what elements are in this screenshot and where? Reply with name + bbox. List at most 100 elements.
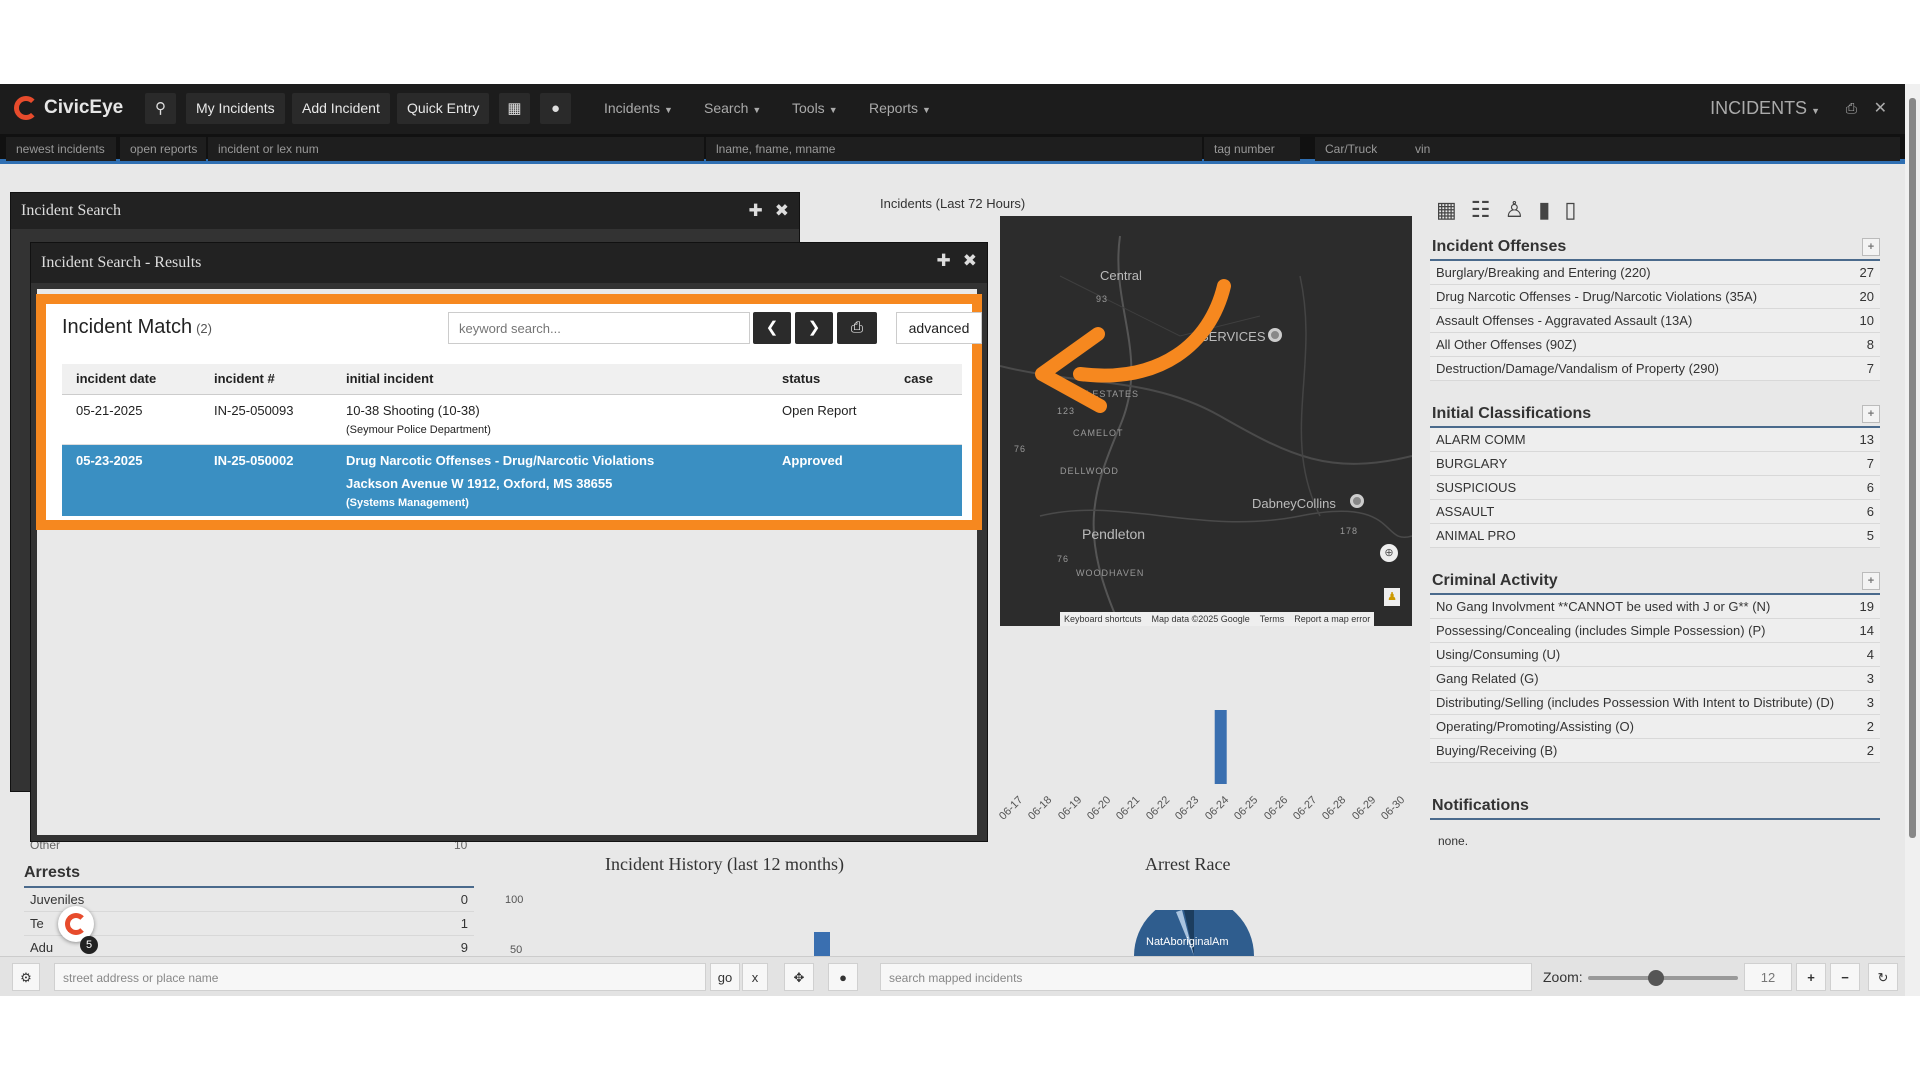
next-button[interactable]: ❯	[795, 312, 833, 344]
menu-reports[interactable]: Reports ▼	[869, 93, 931, 124]
calendar-icon[interactable]: ☷	[1471, 197, 1491, 223]
tag-number-input[interactable]: tag number	[1204, 137, 1300, 161]
x-tick-label: 06-20	[1085, 794, 1114, 823]
criminal-activity-row[interactable]: Using/Consuming (U) 4	[1430, 643, 1880, 667]
expand-icon[interactable]: +	[1862, 238, 1880, 256]
refresh-icon[interactable]: ↻	[1868, 963, 1898, 991]
search-icon[interactable]: ⚲	[145, 93, 176, 124]
criminal-activity-panel: Criminal Activity + No Gang Involvment **…	[1430, 568, 1880, 763]
classification-row[interactable]: SUSPICIOUS 6	[1430, 476, 1880, 500]
map-marker-icon[interactable]	[1350, 494, 1364, 508]
officer-icon[interactable]: ♙	[1505, 197, 1525, 223]
cell-number: IN-25-050093	[200, 394, 332, 445]
map-pin-icon[interactable]: ●	[828, 963, 858, 991]
notification-badge: 5	[80, 936, 98, 954]
column-header-status[interactable]: status	[768, 364, 890, 395]
zoom-in-icon[interactable]: +	[1796, 963, 1826, 991]
locate-icon[interactable]: ⊕	[1380, 544, 1398, 562]
calculator-icon[interactable]: ▦	[499, 93, 530, 124]
close-icon[interactable]: ✖	[775, 201, 789, 221]
expand-icon[interactable]: +	[1862, 572, 1880, 590]
close-icon[interactable]: ✕	[1874, 98, 1887, 118]
incident-match-count: (2)	[196, 321, 212, 336]
menu-tools[interactable]: Tools ▼	[792, 93, 838, 124]
column-header-incident[interactable]: initial incident	[332, 364, 768, 395]
map-report-error-link[interactable]: Report a map error	[1294, 612, 1370, 626]
zoom-slider-handle[interactable]	[1647, 970, 1664, 986]
name-search-input[interactable]: lname, fname, mname	[706, 137, 1202, 161]
offense-row[interactable]: Drug Narcotic Offenses - Drug/Narcotic V…	[1430, 285, 1880, 309]
classification-row[interactable]: ASSAULT 6	[1430, 500, 1880, 524]
calculator-icon[interactable]: ▦	[1436, 197, 1457, 223]
add-incident-button[interactable]: Add Incident	[292, 93, 390, 124]
vertical-scrollbar[interactable]	[1905, 84, 1920, 996]
criminal-activity-row[interactable]: Possessing/Concealing (includes Simple P…	[1430, 619, 1880, 643]
module-menu[interactable]: INCIDENTS ▼	[1710, 98, 1820, 119]
criminal-activity-row[interactable]: Gang Related (G) 3	[1430, 667, 1880, 691]
incident-match-card: Incident Match(2) ❮ ❯ ⎙ advanced inciden…	[36, 294, 982, 530]
column-header-case[interactable]: case	[890, 364, 962, 395]
crosshair-icon[interactable]: ✥	[784, 963, 814, 991]
incident-number-input[interactable]: incident or lex num	[208, 137, 704, 161]
table-row-selected[interactable]: 05-23-2025 IN-25-050002 Drug Narcotic Of…	[62, 444, 962, 516]
my-incidents-button[interactable]: My Incidents	[186, 93, 285, 124]
history-y-tick: 50	[510, 944, 523, 956]
vehicle-type-input[interactable]: Car/Truck	[1315, 137, 1405, 161]
column-header-number[interactable]: incident #	[200, 364, 332, 395]
settings-gear-icon[interactable]: ⚙	[12, 963, 40, 991]
criminal-activity-row[interactable]: Distributing/Selling (includes Possessio…	[1430, 691, 1880, 715]
brand-logo[interactable]: CivicEye	[14, 96, 123, 120]
newest-incidents-link[interactable]: newest incidents	[6, 137, 116, 161]
criminal-activity-row[interactable]: No Gang Involvment **CANNOT be used with…	[1430, 595, 1880, 619]
panel-title: Incident Offenses +	[1430, 234, 1880, 261]
column-header-date[interactable]: incident date	[62, 364, 200, 395]
row-count: 27	[1859, 265, 1874, 280]
close-icon[interactable]: ✖	[963, 251, 977, 271]
map-keyboard-shortcuts[interactable]: Keyboard shortcuts	[1064, 612, 1142, 626]
map-footer: Keyboard shortcuts Map data ©2025 Google…	[1060, 612, 1375, 626]
offense-row[interactable]: All Other Offenses (90Z) 8	[1430, 333, 1880, 357]
offense-row[interactable]: Destruction/Damage/Vandalism of Property…	[1430, 357, 1880, 381]
keyword-search-input[interactable]	[448, 312, 750, 344]
criminal-activity-row[interactable]: Operating/Promoting/Assisting (O) 2	[1430, 715, 1880, 739]
menu-incidents[interactable]: Incidents ▼	[604, 93, 673, 124]
mapped-incidents-search-input[interactable]: search mapped incidents	[880, 963, 1532, 991]
vin-input[interactable]: vin	[1405, 137, 1900, 161]
offense-row[interactable]: Assault Offenses - Aggravated Assault (1…	[1430, 309, 1880, 333]
address-search-input[interactable]: street address or place name	[54, 963, 706, 991]
app-window: CivicEye ⚲ My Incidents Add Incident Qui…	[0, 84, 1905, 996]
printer-icon[interactable]: ⎙	[1846, 100, 1857, 117]
pegman-icon[interactable]: ♟	[1384, 588, 1400, 606]
menu-search[interactable]: Search ▼	[704, 93, 761, 124]
go-button[interactable]: go	[710, 963, 740, 991]
expand-icon[interactable]: +	[1862, 405, 1880, 423]
row-count: 13	[1859, 432, 1874, 447]
zoom-level-field[interactable]: 12	[1744, 963, 1792, 991]
cell-status: Open Report	[768, 394, 890, 445]
zoom-slider[interactable]	[1588, 970, 1738, 986]
clear-button[interactable]: x	[742, 963, 768, 991]
criminal-activity-row[interactable]: Buying/Receiving (B) 2	[1430, 739, 1880, 763]
zoom-out-icon[interactable]: −	[1830, 963, 1860, 991]
menu-tools-label: Tools	[792, 100, 825, 116]
map-pin-icon[interactable]: ●	[540, 93, 571, 124]
print-button[interactable]: ⎙	[837, 312, 877, 344]
table-row[interactable]: 05-21-2025 IN-25-050093 10-38 Shooting (…	[62, 394, 962, 445]
advanced-search-button[interactable]: advanced	[896, 312, 982, 344]
open-reports-link[interactable]: open reports	[120, 137, 206, 161]
scrollbar-thumb[interactable]	[1909, 98, 1916, 838]
classification-row[interactable]: ANIMAL PRO 5	[1430, 524, 1880, 548]
document-icon[interactable]: ▮	[1538, 197, 1550, 223]
previous-button[interactable]: ❮	[753, 312, 791, 344]
quick-entry-button[interactable]: Quick Entry	[397, 93, 490, 124]
expand-icon[interactable]: ✚	[937, 251, 951, 271]
map-terms-link[interactable]: Terms	[1260, 612, 1285, 626]
map-marker-icon[interactable]	[1268, 328, 1282, 342]
classification-row[interactable]: ALARM COMM 13	[1430, 428, 1880, 452]
address-text: Jackson Avenue W 1912, Oxford, MS 38655	[346, 475, 613, 491]
row-label: Assault Offenses - Aggravated Assault (1…	[1436, 313, 1693, 328]
expand-icon[interactable]: ✚	[749, 201, 763, 221]
classification-row[interactable]: BURGLARY 7	[1430, 452, 1880, 476]
report-icon[interactable]: ▯	[1564, 197, 1576, 223]
offense-row[interactable]: Burglary/Breaking and Entering (220) 27	[1430, 261, 1880, 285]
